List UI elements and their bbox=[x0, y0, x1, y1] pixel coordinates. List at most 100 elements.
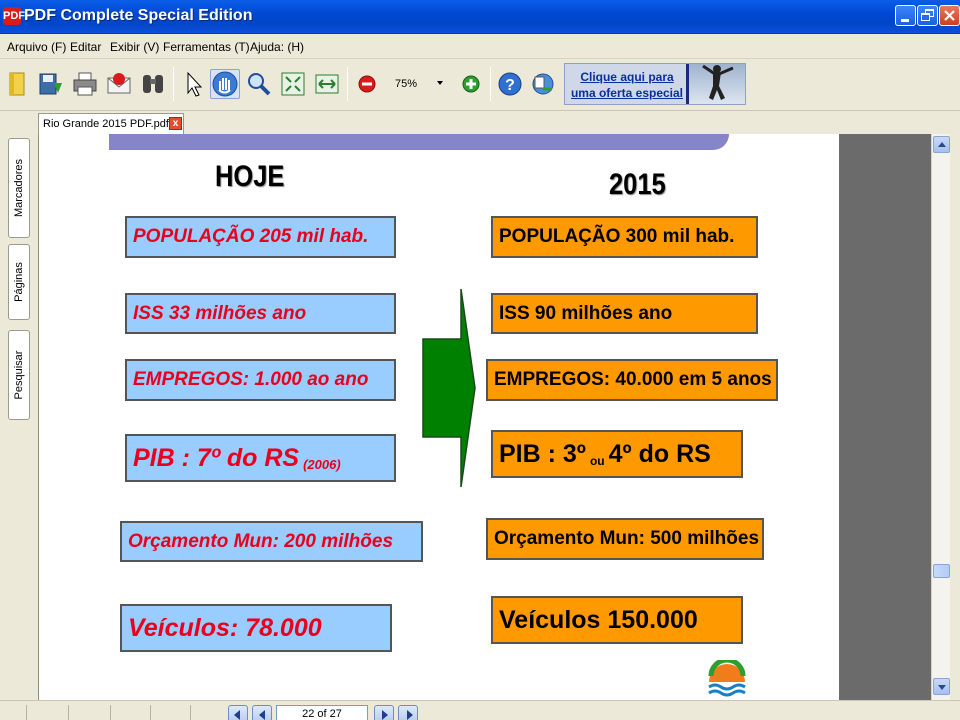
pdf-app-logo-icon: PDF bbox=[3, 7, 25, 25]
scroll-thumb[interactable] bbox=[933, 564, 950, 578]
document-tab[interactable]: Rio Grande 2015 PDF.pdf x bbox=[38, 113, 184, 134]
toolbar-separator bbox=[347, 67, 348, 101]
today-empregos-box: EMPREGOS: 1.000 ao ano bbox=[125, 359, 396, 401]
next-page-button[interactable] bbox=[374, 705, 394, 720]
future-iss-box: ISS 90 milhões ano bbox=[491, 293, 758, 334]
document-viewport[interactable]: HOJE 2015 POPULAÇÃO 205 mil hab. ISS 33 … bbox=[38, 134, 931, 700]
today-pib-year: (2006) bbox=[303, 457, 341, 472]
future-iss-text: ISS 90 milhões ano bbox=[499, 302, 673, 324]
future-pib-text-b: 4º do RS bbox=[608, 439, 711, 468]
print-button[interactable] bbox=[70, 69, 100, 99]
find-icon bbox=[143, 75, 163, 93]
status-divider bbox=[26, 705, 27, 720]
save-button[interactable] bbox=[36, 69, 66, 99]
previous-page-button[interactable] bbox=[252, 705, 272, 720]
hand-tool-icon bbox=[212, 71, 238, 97]
future-orcamento-text: Orçamento Mun: 500 milhões bbox=[494, 528, 760, 549]
fit-page-button[interactable] bbox=[278, 69, 308, 99]
hand-tool-button[interactable] bbox=[210, 69, 240, 99]
status-divider bbox=[110, 705, 111, 720]
close-tab-button[interactable]: x bbox=[169, 117, 182, 130]
today-populacao-text: POPULAÇÃO 205 mil hab. bbox=[133, 226, 369, 247]
today-orcamento-box: Orçamento Mun: 200 milhões bbox=[120, 521, 423, 562]
tab-pesquisar-label: Pesquisar bbox=[13, 350, 25, 400]
close-window-button[interactable] bbox=[939, 5, 960, 26]
chevron-right-icon bbox=[382, 710, 388, 720]
status-divider bbox=[68, 705, 69, 720]
menu-ferramentas[interactable]: Ferramentas (T) bbox=[163, 40, 250, 54]
today-pib-text: PIB : 7º do RS bbox=[133, 443, 300, 472]
future-populacao-box: POPULAÇÃO 300 mil hab. bbox=[491, 216, 758, 258]
zoom-in-icon bbox=[462, 75, 480, 93]
tab-marcadores-label: Marcadores bbox=[13, 158, 25, 218]
help-button[interactable]: ? bbox=[495, 69, 525, 99]
zoom-dropdown-arrow-icon[interactable] bbox=[437, 81, 443, 85]
close-icon bbox=[944, 10, 955, 21]
zoom-level[interactable]: 75% bbox=[395, 78, 417, 90]
tab-marcadores[interactable]: Marcadores bbox=[8, 138, 30, 238]
zoom-in-button[interactable] bbox=[456, 69, 486, 99]
open-button[interactable] bbox=[4, 69, 34, 99]
fit-width-button[interactable] bbox=[312, 69, 342, 99]
fit-page-icon bbox=[281, 72, 305, 96]
tab-paginas-label: Páginas bbox=[13, 262, 25, 302]
find-button[interactable] bbox=[138, 69, 168, 99]
first-page-button[interactable] bbox=[228, 705, 248, 720]
minimize-button[interactable] bbox=[895, 5, 916, 26]
convert-icon bbox=[532, 73, 554, 95]
scroll-down-button[interactable] bbox=[933, 678, 950, 695]
zoom-icon bbox=[248, 73, 271, 96]
today-veiculos-text: Veículos: 78.000 bbox=[128, 613, 322, 642]
menu-ajuda[interactable]: Ajuda: (H) bbox=[250, 40, 304, 54]
toolbar: 75% ? Clique aqui para uma oferta especi… bbox=[0, 59, 960, 111]
tab-pesquisar[interactable]: Pesquisar bbox=[8, 330, 30, 420]
special-offer-link[interactable]: Clique aqui para uma oferta especial bbox=[568, 69, 686, 101]
zoom-out-icon bbox=[358, 75, 376, 93]
future-pib-text-a: PIB : 3º bbox=[499, 439, 586, 468]
rio-grande-logo-icon bbox=[708, 660, 746, 697]
today-pib-box: PIB : 7º do RS (2006) bbox=[125, 434, 396, 482]
first-page-icon bbox=[234, 710, 240, 720]
window-title: PDF Complete Special Edition bbox=[24, 7, 253, 24]
menu-exibir[interactable]: Exibir (V) bbox=[110, 40, 159, 54]
save-icon bbox=[39, 73, 62, 95]
status-bar: 22 of 27 bbox=[0, 700, 960, 720]
last-page-button[interactable] bbox=[398, 705, 418, 720]
special-offer-banner[interactable]: Clique aqui para uma oferta especial bbox=[564, 63, 746, 105]
scroll-up-button[interactable] bbox=[933, 136, 950, 153]
menu-arquivo[interactable]: Arquivo (F) bbox=[7, 40, 66, 54]
today-orcamento-text: Orçamento Mun: 200 milhões bbox=[128, 530, 394, 552]
tab-paginas[interactable]: Páginas bbox=[8, 244, 30, 320]
future-empregos-box: EMPREGOS: 40.000 em 5 anos bbox=[486, 359, 778, 401]
chevron-left-icon bbox=[259, 710, 265, 720]
pdf-page: HOJE 2015 POPULAÇÃO 205 mil hab. ISS 33 … bbox=[39, 134, 839, 700]
future-orcamento-box: Orçamento Mun: 500 milhões bbox=[486, 518, 764, 560]
today-veiculos-box: Veículos: 78.000 bbox=[120, 604, 392, 652]
select-tool-button[interactable] bbox=[178, 69, 208, 99]
side-panel: Marcadores Páginas Pesquisar bbox=[0, 134, 37, 704]
future-pib-box: PIB : 3º ou 4º do RS bbox=[491, 430, 743, 478]
today-empregos-text: EMPREGOS: 1.000 ao ano bbox=[133, 369, 369, 390]
page-number-field[interactable]: 22 of 27 bbox=[276, 705, 368, 720]
last-page-icon bbox=[407, 710, 413, 720]
status-divider bbox=[190, 705, 191, 720]
today-populacao-box: POPULAÇÃO 205 mil hab. bbox=[125, 216, 396, 258]
email-button[interactable] bbox=[104, 69, 134, 99]
window-right-edge bbox=[950, 134, 960, 704]
menu-editar[interactable]: Editar bbox=[70, 40, 101, 54]
convert-button[interactable] bbox=[528, 69, 558, 99]
chevron-down-icon bbox=[938, 685, 946, 690]
future-pib-ou: ou bbox=[589, 454, 605, 468]
header-band bbox=[109, 134, 729, 150]
heading-hoje: HOJE bbox=[215, 160, 285, 193]
today-iss-box: ISS 33 milhões ano bbox=[125, 293, 396, 334]
document-tab-label[interactable]: Rio Grande 2015 PDF.pdf bbox=[43, 118, 169, 130]
future-veiculos-box: Veículos 150.000 bbox=[491, 596, 743, 644]
zoom-tool-button[interactable] bbox=[244, 69, 274, 99]
vertical-scrollbar[interactable] bbox=[931, 134, 950, 700]
future-populacao-text: POPULAÇÃO 300 mil hab. bbox=[499, 226, 735, 247]
restore-button[interactable] bbox=[917, 5, 938, 26]
document-tab-strip: Rio Grande 2015 PDF.pdf x bbox=[0, 111, 960, 134]
zoom-out-button[interactable] bbox=[352, 69, 382, 99]
future-empregos-text: EMPREGOS: 40.000 em 5 anos bbox=[494, 369, 772, 390]
